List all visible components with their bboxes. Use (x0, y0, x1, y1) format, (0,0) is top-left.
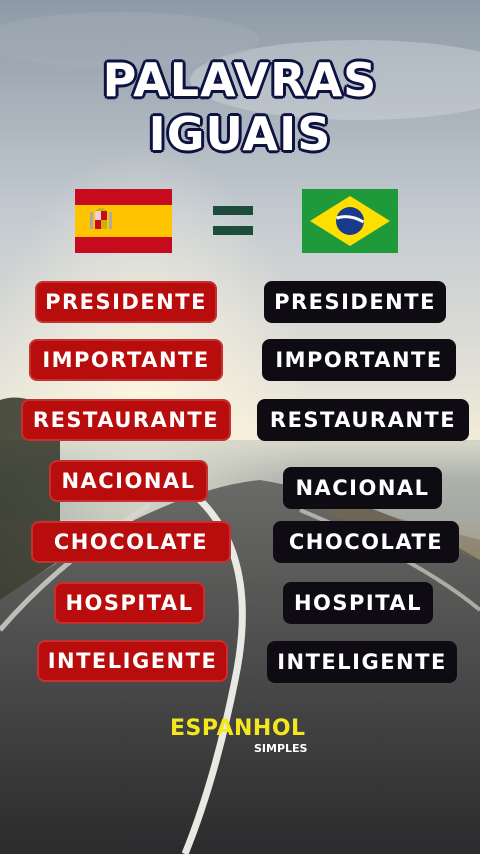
portuguese-word-hospital: HOSPITAL (283, 582, 433, 624)
portuguese-word-chocolate: CHOCOLATE (273, 521, 459, 563)
portuguese-word-nacional: NACIONAL (283, 467, 442, 509)
brazil-flag-icon (302, 189, 398, 253)
equals-icon (213, 206, 253, 236)
brand-tagline: SIMPLES (254, 742, 308, 755)
brand-name: ESPANHOL (170, 716, 306, 741)
portuguese-word-inteligente: INTELIGENTE (267, 641, 457, 683)
spanish-word-nacional: NACIONAL (49, 460, 208, 502)
title-line-1: PALAVRAS (102, 53, 378, 107)
spanish-word-hospital: HOSPITAL (54, 582, 205, 624)
spanish-word-restaurante: RESTAURANTE (21, 399, 231, 441)
portuguese-word-presidente: PRESIDENTE (264, 281, 446, 323)
spanish-word-inteligente: INTELIGENTE (37, 640, 228, 682)
portuguese-word-importante: IMPORTANTE (262, 339, 456, 381)
spanish-word-chocolate: CHOCOLATE (31, 521, 231, 563)
spanish-word-importante: IMPORTANTE (29, 339, 223, 381)
spain-flag-icon (75, 189, 172, 253)
spanish-word-presidente: PRESIDENTE (35, 281, 217, 323)
title-line-2: IGUAIS (148, 107, 332, 161)
portuguese-word-restaurante: RESTAURANTE (257, 399, 469, 441)
